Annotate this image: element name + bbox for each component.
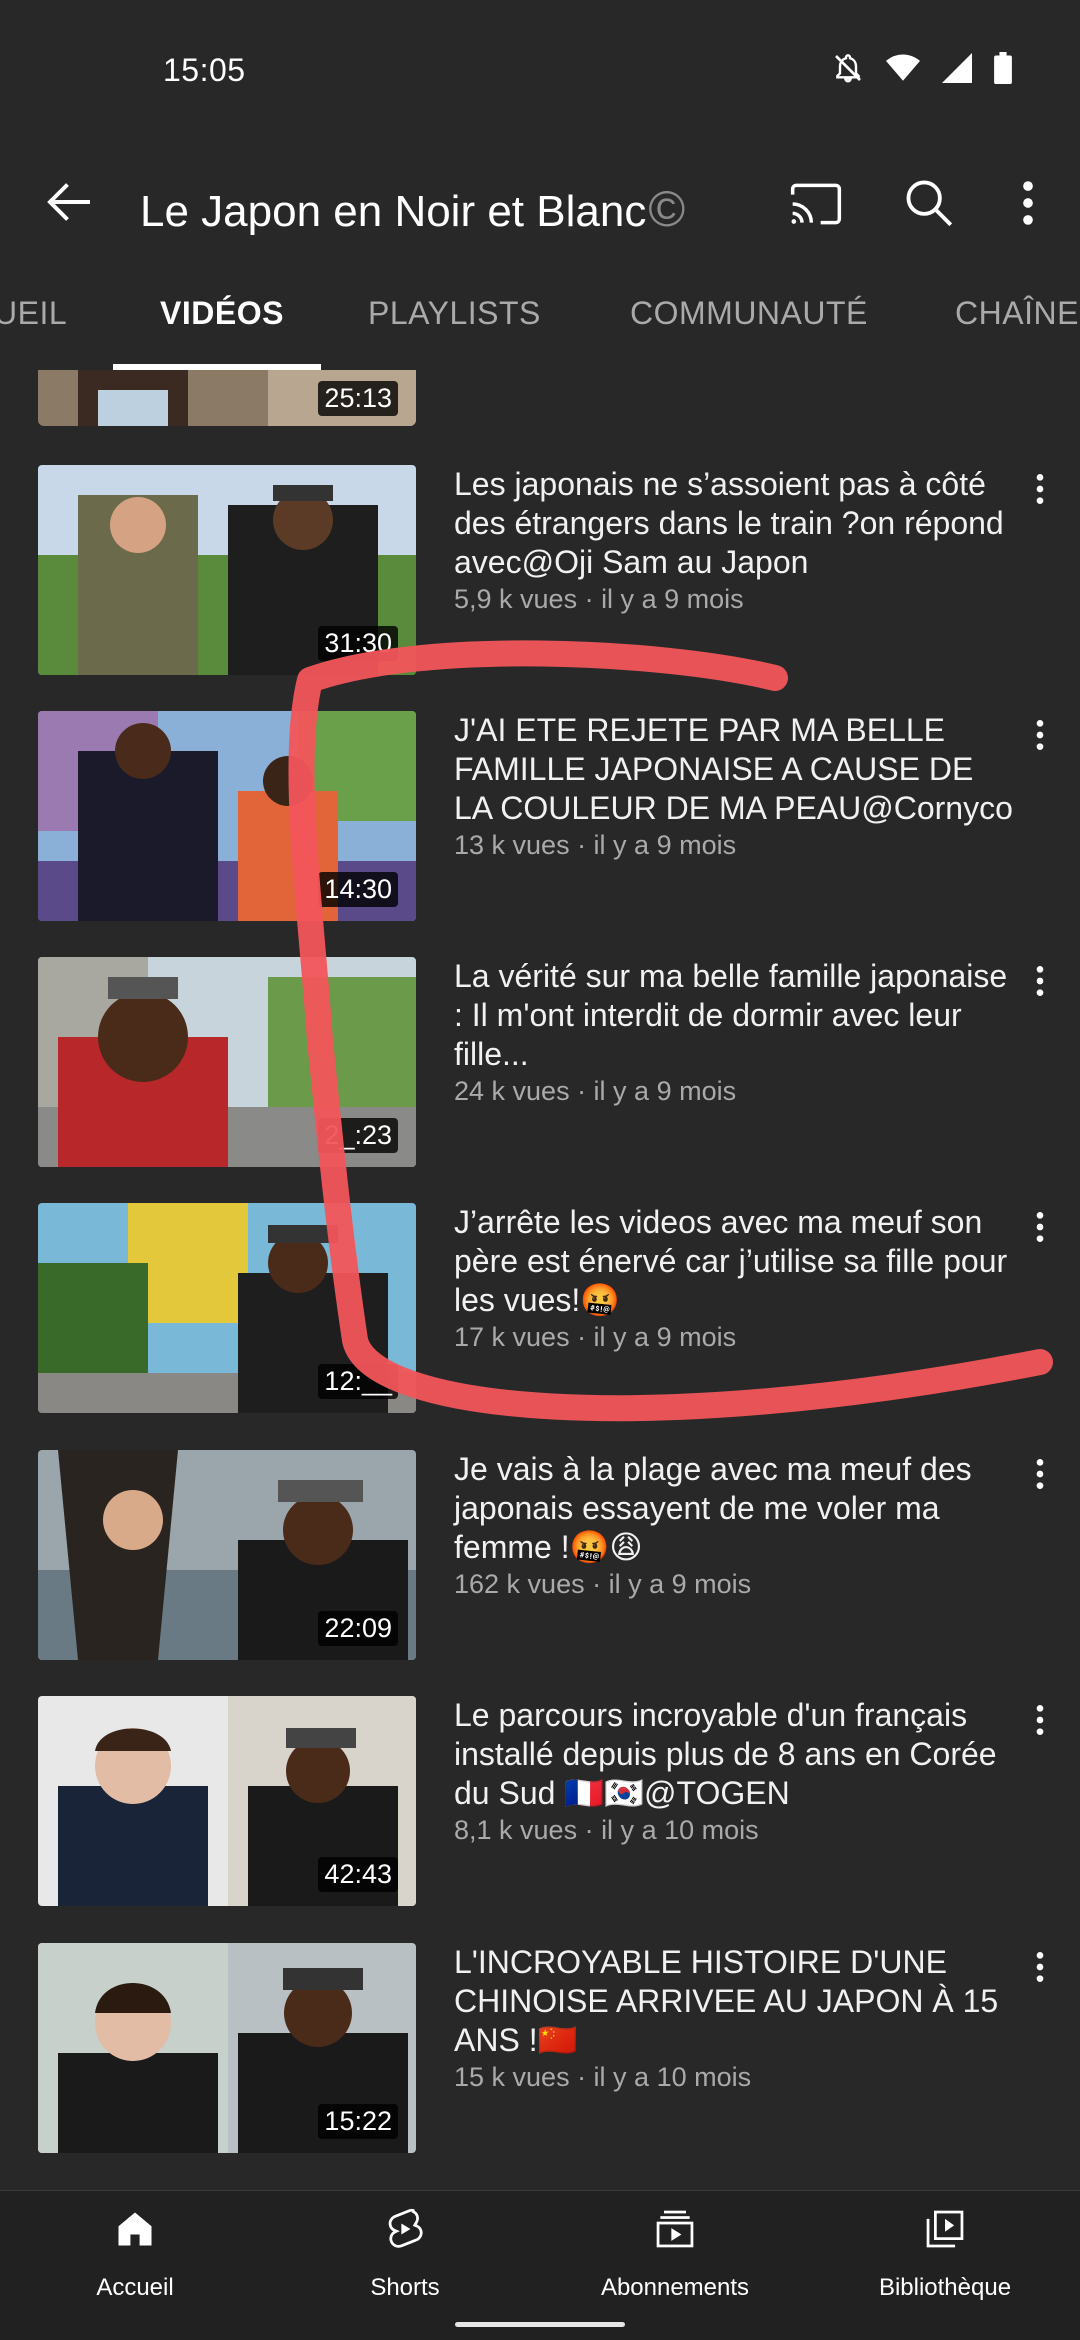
channel-title: Le Japon en Noir et Blanc© xyxy=(140,180,685,238)
video-item[interactable]: 2_:23 La vérité sur ma belle famille jap… xyxy=(0,957,1080,1167)
app-bar: Le Japon en Noir et Blanc© xyxy=(0,140,1080,265)
video-menu-icon[interactable] xyxy=(1030,1454,1050,1494)
wifi-icon xyxy=(886,53,920,83)
video-thumbnail[interactable]: 42:43 xyxy=(38,1696,416,1906)
video-duration: 22:09 xyxy=(318,1611,398,1646)
video-meta: 162 k vues · il y a 9 mois xyxy=(454,1569,752,1599)
battery-icon xyxy=(994,52,1012,84)
video-meta: 17 k vues · il y a 9 mois xyxy=(454,1322,737,1352)
video-thumbnail[interactable]: 12:__ xyxy=(38,1203,416,1413)
video-menu-icon[interactable] xyxy=(1030,715,1050,755)
nav-label: Shorts xyxy=(370,2274,440,2301)
subscriptions-icon xyxy=(656,2210,694,2248)
video-meta: 5,9 k vues · il y a 9 mois xyxy=(454,584,744,614)
bottom-navigation: Accueil Shorts Abonnements Bibliothèque xyxy=(0,2190,1080,2340)
video-title[interactable]: Je vais à la plage avec ma meuf des japo… xyxy=(454,1450,1014,1567)
video-menu-icon[interactable] xyxy=(1030,1947,1050,1987)
video-title[interactable]: J'AI ETE REJETE PAR MA BELLE FAMILLE JAP… xyxy=(454,711,1014,828)
more-options-icon[interactable] xyxy=(1010,174,1046,232)
nav-accueil[interactable]: Accueil xyxy=(0,2191,270,2340)
home-icon xyxy=(118,2212,152,2246)
nav-bibliotheque[interactable]: Bibliothèque xyxy=(810,2191,1080,2340)
video-menu-icon[interactable] xyxy=(1030,469,1050,509)
video-meta: 24 k vues · il y a 9 mois xyxy=(454,1076,737,1106)
tab-accueil[interactable]: UEIL xyxy=(0,295,67,332)
video-duration: 14:30 xyxy=(318,872,398,907)
video-thumbnail[interactable]: 14:30 xyxy=(38,711,416,921)
video-title[interactable]: La vérité sur ma belle famille japonaise… xyxy=(454,957,1014,1074)
video-meta: 8,1 k vues · il y a 10 mois xyxy=(454,1815,759,1845)
video-title[interactable]: Le parcours incroyable d'un français ins… xyxy=(454,1696,1014,1813)
video-duration: 42:43 xyxy=(318,1857,398,1892)
back-arrow-icon[interactable] xyxy=(40,172,100,232)
video-menu-icon[interactable] xyxy=(1030,961,1050,1001)
video-title[interactable]: J’arrête les videos avec ma meuf son pèr… xyxy=(454,1203,1014,1320)
video-item[interactable]: 42:43 Le parcours incroyable d'un frança… xyxy=(0,1696,1080,1906)
status-bar: 15:05 xyxy=(0,0,1080,140)
video-duration: 25:13 xyxy=(318,381,398,416)
nav-label: Accueil xyxy=(96,2274,174,2301)
video-item[interactable]: 14:30 J'AI ETE REJETE PAR MA BELLE FAMIL… xyxy=(0,711,1080,921)
library-icon xyxy=(926,2210,964,2248)
video-thumbnail[interactable]: 2_:23 xyxy=(38,957,416,1167)
video-item[interactable]: 12:__ J’arrête les videos avec ma meuf s… xyxy=(0,1203,1080,1413)
nav-label: Bibliothèque xyxy=(878,2274,1012,2301)
tab-communaute[interactable]: COMMUNAUTÉ xyxy=(630,295,868,332)
video-duration: 12:__ xyxy=(318,1364,398,1399)
nav-label: Abonnements xyxy=(600,2274,750,2301)
tab-chaines[interactable]: CHAÎNES xyxy=(955,295,1080,332)
video-menu-icon[interactable] xyxy=(1030,1700,1050,1740)
status-icons xyxy=(832,52,1012,84)
video-duration: 31:30 xyxy=(318,626,398,661)
video-title[interactable]: L'INCROYABLE HISTOIRE D'UNE CHINOISE ARR… xyxy=(454,1943,1014,2060)
video-thumbnail[interactable]: 22:09 xyxy=(38,1450,416,1660)
cast-icon[interactable] xyxy=(788,176,844,232)
video-thumbnail[interactable]: 31:30 xyxy=(38,465,416,675)
video-duration: 2_:23 xyxy=(318,1118,398,1153)
video-list: 25:13 31:30 Les japonais ne s’assoient p… xyxy=(0,370,1080,2190)
channel-tabs: UEIL VIDÉOS PLAYLISTS COMMUNAUTÉ CHAÎNES xyxy=(0,265,1080,370)
shorts-icon xyxy=(388,2208,423,2248)
video-meta: 13 k vues · il y a 9 mois xyxy=(454,830,737,860)
notifications-off-icon xyxy=(832,52,864,84)
video-thumbnail[interactable]: 15:22 xyxy=(38,1943,416,2153)
video-item[interactable]: 22:09 Je vais à la plage avec ma meuf de… xyxy=(0,1450,1080,1660)
video-thumbnail-partial[interactable]: 25:13 xyxy=(38,370,416,426)
nav-shorts[interactable]: Shorts xyxy=(270,2191,540,2340)
tab-playlists[interactable]: PLAYLISTS xyxy=(368,295,541,332)
video-meta: 15 k vues · il y a 10 mois xyxy=(454,2062,752,2092)
tab-videos[interactable]: VIDÉOS xyxy=(160,295,284,332)
video-duration: 15:22 xyxy=(318,2104,398,2139)
video-title[interactable]: Les japonais ne s’assoient pas à côté de… xyxy=(454,465,1014,582)
search-icon[interactable] xyxy=(900,174,958,232)
video-item[interactable]: 31:30 Les japonais ne s’assoient pas à c… xyxy=(0,465,1080,675)
status-time: 15:05 xyxy=(163,52,246,88)
home-indicator[interactable] xyxy=(455,2322,625,2327)
copyright-icon: © xyxy=(648,181,686,237)
video-item[interactable]: 15:22 L'INCROYABLE HISTOIRE D'UNE CHINOI… xyxy=(0,1943,1080,2153)
video-menu-icon[interactable] xyxy=(1030,1207,1050,1247)
channel-name: Le Japon en Noir et Blanc xyxy=(140,187,647,236)
signal-icon xyxy=(942,53,972,83)
nav-abonnements[interactable]: Abonnements xyxy=(540,2191,810,2340)
